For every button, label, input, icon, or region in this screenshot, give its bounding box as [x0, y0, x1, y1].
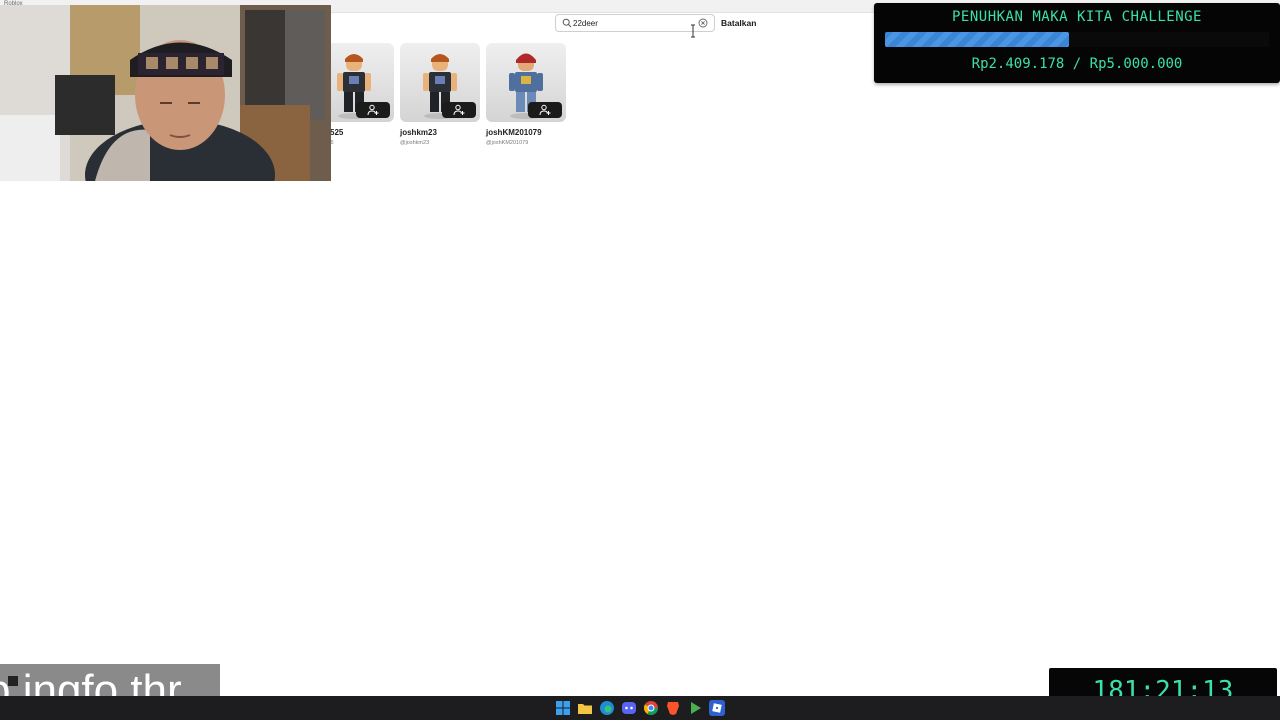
text-cursor-icon: [691, 24, 695, 38]
result-display-name[interactable]: joshKM201079: [486, 128, 566, 137]
donation-progress-track: [885, 32, 1269, 47]
donation-amount: Rp2.409.178 / Rp5.000.000: [971, 56, 1183, 72]
add-friend-button[interactable]: [442, 102, 476, 118]
donation-goal-overlay: PENUHKAN MAKA KITA CHALLENGE Rp2.409.178…: [874, 3, 1280, 83]
discord-icon[interactable]: [621, 700, 637, 716]
result-display-name[interactable]: joshkm23: [400, 128, 480, 137]
taskbar: [0, 696, 1280, 720]
file-explorer-icon[interactable]: [577, 700, 593, 716]
add-friend-button[interactable]: [528, 102, 562, 118]
clear-search-icon[interactable]: [698, 18, 708, 28]
chrome-icon[interactable]: [643, 700, 659, 716]
donation-progress-fill: [885, 32, 1070, 47]
search-input[interactable]: [573, 17, 683, 30]
result-card[interactable]: joshkm23 @joshkm23: [400, 43, 480, 146]
add-friend-icon: [453, 104, 465, 116]
media-player-icon[interactable]: [687, 700, 703, 716]
edge-icon[interactable]: [599, 700, 615, 716]
add-friend-button[interactable]: [356, 102, 390, 118]
webcam-image: [0, 5, 331, 181]
avatar-thumbnail[interactable]: [400, 43, 480, 122]
avatar-thumbnail[interactable]: [486, 43, 566, 122]
windows-start-icon[interactable]: [555, 700, 571, 716]
result-card[interactable]: joshKM201079 @joshKM201079: [486, 43, 566, 146]
add-friend-icon: [367, 104, 379, 116]
webcam-overlay: [0, 5, 331, 181]
cancel-search-button[interactable]: Batalkan: [721, 18, 756, 28]
roblox-studio-icon[interactable]: [709, 700, 725, 716]
donation-title: PENUHKAN MAKA KITA CHALLENGE: [951, 9, 1202, 25]
result-handle: @joshkm23: [400, 140, 430, 146]
ticker-cursor-icon: [8, 676, 18, 686]
brave-icon[interactable]: [665, 700, 681, 716]
add-friend-icon: [539, 104, 551, 116]
search-icon: [562, 18, 572, 28]
result-handle: @joshKM201079: [486, 140, 529, 146]
